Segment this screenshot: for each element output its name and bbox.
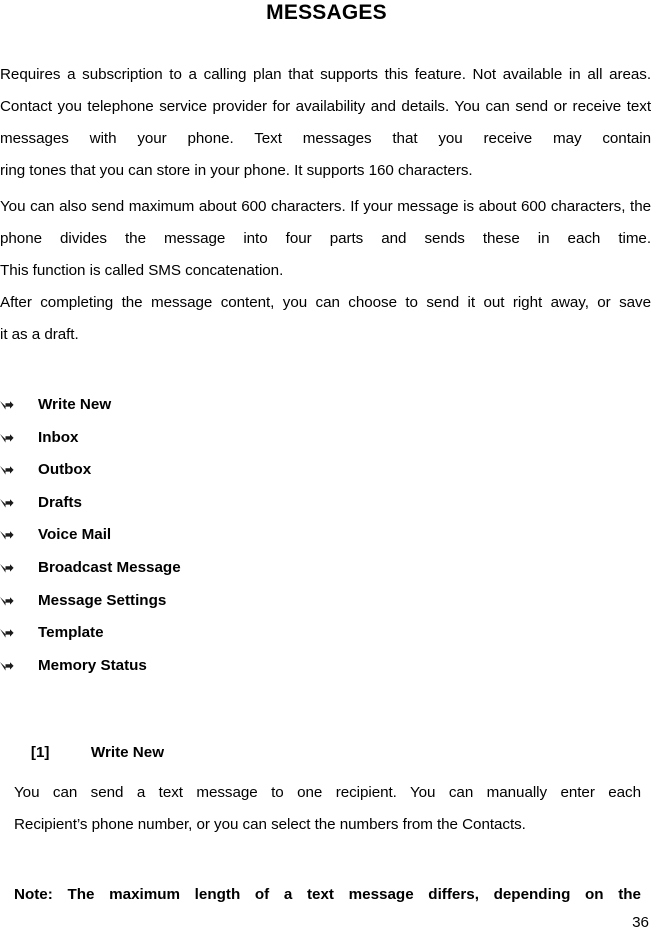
arrow-bullet-icon (0, 585, 18, 618)
menu-item-template[interactable]: Template (0, 617, 480, 650)
subsection-number: [1] (30, 744, 50, 761)
menu-item-label: Outbox (38, 461, 92, 479)
subsection-title: Write New (90, 744, 165, 761)
paragraph-concatenation: You can also send maximum about 600 char… (0, 191, 651, 287)
arrow-bullet-icon (0, 617, 18, 650)
menu-item-broadcast-message[interactable]: Broadcast Message (0, 552, 480, 585)
arrow-bullet-icon (0, 519, 18, 552)
menu-item-memory-status[interactable]: Memory Status (0, 650, 480, 683)
paragraph-intro-body: Requires a subscription to a calling pla… (0, 66, 651, 147)
document-page: MESSAGES Requires a subscription to a ca… (0, 0, 653, 939)
arrow-bullet-icon (0, 487, 18, 520)
menu-item-label: Template (38, 624, 104, 642)
menu-item-outbox[interactable]: Outbox (0, 454, 480, 487)
menu-item-inbox[interactable]: Inbox (0, 422, 480, 455)
arrow-bullet-icon (0, 454, 18, 487)
paragraph-concatenation-tail: This function is called SMS concatenatio… (0, 262, 284, 279)
paragraph-write-new-tail: Recipient’s phone number, or you can sel… (14, 816, 526, 833)
paragraph-write-new: You can send a text message to one recip… (14, 777, 641, 841)
paragraph-intro-tail: ring tones that you can store in your ph… (0, 162, 473, 179)
menu-item-label: Voice Mail (38, 526, 112, 544)
paragraph-draft-tail: it as a draft. (0, 326, 79, 343)
menu-item-voice-mail[interactable]: Voice Mail (0, 519, 480, 552)
paragraph-intro: Requires a subscription to a calling pla… (0, 59, 651, 187)
page-title: MESSAGES (266, 1, 387, 24)
arrow-bullet-icon (0, 422, 18, 455)
arrow-bullet-icon (0, 552, 18, 585)
menu-item-drafts[interactable]: Drafts (0, 487, 480, 520)
paragraph-concatenation-body: You can also send maximum about 600 char… (0, 198, 651, 247)
arrow-bullet-icon (0, 650, 18, 683)
menu-item-label: Drafts (38, 493, 82, 511)
paragraph-draft: After completing the message content, yo… (0, 287, 651, 351)
messages-menu-list: Write New Inbox Outbox Drafts Voice Mail… (0, 389, 480, 682)
menu-item-write-new[interactable]: Write New (0, 389, 480, 422)
menu-item-label: Message Settings (38, 591, 167, 609)
arrow-bullet-icon (0, 389, 18, 422)
paragraph-draft-body: After completing the message content, yo… (0, 294, 651, 311)
note-text: Note: The maximum length of a text messa… (14, 886, 641, 903)
paragraph-write-new-body: You can send a text message to one recip… (14, 784, 641, 801)
menu-item-label: Broadcast Message (38, 558, 181, 576)
menu-item-message-settings[interactable]: Message Settings (0, 585, 480, 618)
menu-item-label: Inbox (38, 428, 79, 446)
menu-item-label: Memory Status (38, 656, 147, 674)
page-number: 36 (632, 914, 649, 931)
menu-item-label: Write New (38, 396, 112, 413)
